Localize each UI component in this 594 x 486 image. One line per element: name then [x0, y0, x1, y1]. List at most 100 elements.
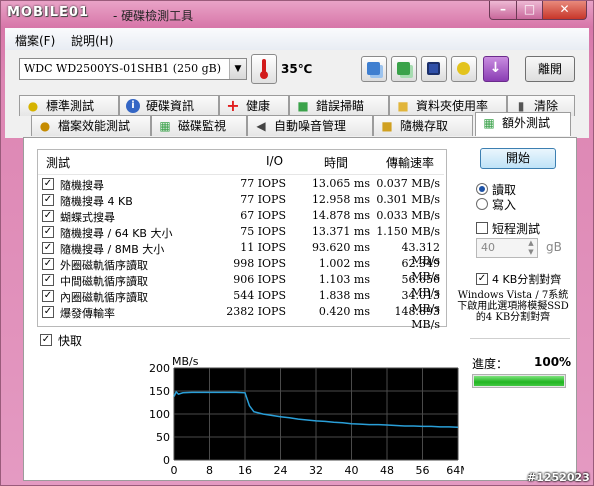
row-rate: 0.033 MB/s	[376, 209, 440, 222]
transfer-chart-svg: 200 150 100 50 00 8 16 24 32 40 48 56 64M MB/s	[149, 355, 470, 477]
copy-text-icon	[397, 62, 410, 75]
tab-disk-info[interactable]: i 硬碟資訊	[119, 95, 219, 116]
col-header-io: I/O	[266, 154, 284, 168]
col-header-test: 測試	[46, 156, 71, 170]
download-icon: ↓	[489, 60, 502, 76]
tab-disk-monitor[interactable]: ▦ 磁碟監視	[151, 115, 247, 136]
row-time: 93.620 ms	[311, 241, 370, 254]
x-tick-label: 56	[416, 464, 430, 477]
row-checkbox[interactable]: ✓	[42, 306, 54, 318]
y-tick-label: 100	[149, 408, 170, 421]
tab-label: 自動噪音管理	[274, 119, 347, 133]
x-tick-label: 64M	[446, 464, 464, 477]
tab-random-access[interactable]: ■ 隨機存取	[373, 115, 473, 136]
row-checkbox[interactable]: ✓	[42, 210, 54, 222]
row-checkbox[interactable]: ✓	[42, 178, 54, 190]
test-size-spinner[interactable]: 40 ▲ ▼	[476, 238, 538, 258]
row-checkbox[interactable]: ✓	[42, 258, 54, 270]
maximize-button[interactable]: □	[516, 1, 543, 20]
x-tick-label: 0	[171, 464, 178, 477]
tab-label: 標準測試	[46, 99, 95, 113]
tab-label: 硬碟資訊	[146, 99, 195, 113]
options-button[interactable]	[451, 56, 477, 82]
save-button[interactable]	[421, 56, 447, 82]
close-button[interactable]: ✕	[542, 1, 587, 20]
row-checkbox[interactable]: ✓	[42, 242, 54, 254]
x-tick-label: 16	[238, 464, 252, 477]
row-time: 0.420 ms	[318, 305, 370, 318]
menu-help[interactable]: 說明(H)	[71, 32, 113, 49]
row-name: 外圈磁軌循序讀取	[60, 259, 148, 272]
short-test-checkbox[interactable]	[476, 222, 488, 234]
tab-label: 錯誤掃瞄	[316, 99, 365, 113]
y-axis-label: MB/s	[172, 355, 199, 368]
row-checkbox[interactable]: ✓	[42, 226, 54, 238]
tab-file-benchmark[interactable]: ● 檔案效能測試	[31, 115, 151, 136]
row-time: 14.878 ms	[311, 209, 370, 222]
exit-button[interactable]: 離開	[525, 56, 575, 82]
tab-label: 額外測試	[502, 116, 551, 130]
col-header-time: 時間	[324, 156, 349, 170]
align-4k-checkbox[interactable]: ✓	[476, 273, 488, 285]
tab-error-scan[interactable]: ■ 錯誤掃瞄	[289, 95, 389, 116]
write-radio-dot[interactable]	[476, 198, 488, 210]
tab-health[interactable]: + 健康	[219, 95, 289, 116]
chevron-down-icon[interactable]: ▼	[229, 59, 246, 79]
tab-label: 隨機存取	[400, 119, 449, 133]
row-io: 2382 IOPS	[226, 305, 286, 318]
header-divider	[38, 174, 444, 175]
table-row[interactable]: ✓ 外圈磁軌循序讀取 998 IOPS 1.002 ms 62.349 MB/s	[42, 257, 442, 283]
progress-value: 100%	[534, 355, 572, 369]
menu-bar: 檔案(F) 說明(H)	[5, 28, 589, 50]
row-time: 1.103 ms	[318, 273, 370, 286]
tab-extra-tests[interactable]: ▦ 額外測試	[475, 112, 571, 136]
save-icon	[427, 62, 440, 75]
folder-icon: ■	[397, 99, 409, 113]
row-io: 67 IOPS	[240, 209, 286, 222]
tab-aam[interactable]: ◀ 自動噪音管理	[247, 115, 373, 136]
table-row[interactable]: ✓ 蝴蝶式搜尋 67 IOPS 14.878 ms 0.033 MB/s	[42, 209, 442, 225]
table-row[interactable]: ✓ 爆發傳輸率 2382 IOPS 0.420 ms 148.893 MB/s	[42, 305, 442, 331]
table-row[interactable]: ✓ 隨機搜尋 77 IOPS 13.065 ms 0.037 MB/s	[42, 177, 442, 193]
copy-button[interactable]	[361, 56, 387, 82]
info-icon: i	[126, 99, 140, 113]
row-checkbox[interactable]: ✓	[42, 290, 54, 302]
table-row[interactable]: ✓ 隨機搜尋 / 8MB 大小 11 IOPS 93.620 ms 43.312 MB/…	[42, 241, 442, 267]
table-row[interactable]: ✓ 中間磁軌循序讀取 906 IOPS 1.103 ms 56.656 MB/s	[42, 273, 442, 299]
row-name: 隨機搜尋 / 64 KB 大小	[60, 227, 173, 240]
divider	[470, 338, 570, 339]
thermometer-icon[interactable]	[251, 54, 277, 84]
row-rate: 148.893 MB/s	[394, 305, 441, 331]
tab-standard-test[interactable]: ● 標準測試	[19, 95, 119, 116]
watermark: #1252023	[527, 471, 590, 484]
x-tick-label: 24	[274, 464, 288, 477]
table-row[interactable]: ✓ 內圈磁軌循序讀取 544 IOPS 1.838 ms 34.013 MB/s	[42, 289, 442, 315]
read-radio-dot[interactable]	[476, 183, 488, 195]
tab-label: 清除	[534, 99, 559, 113]
table-row[interactable]: ✓ 隨機搜尋 4 KB 77 IOPS 12.958 ms 0.301 MB/s	[42, 193, 442, 209]
download-button[interactable]: ↓	[483, 56, 509, 82]
read-radio[interactable]: 讀取	[476, 182, 576, 197]
minimize-button[interactable]: –	[489, 1, 517, 20]
spinner-arrows-icon[interactable]: ▲ ▼	[525, 239, 537, 257]
start-button[interactable]: 開始	[480, 148, 556, 169]
row-checkbox[interactable]: ✓	[42, 274, 54, 286]
tab-label: 磁碟監視	[178, 119, 227, 133]
table-row[interactable]: ✓ 隨機搜尋 / 64 KB 大小 75 IOPS 13.371 ms 1.150 MB…	[42, 225, 442, 241]
write-radio-label: 寫入	[492, 198, 517, 212]
drive-select[interactable]: WDC WD2500YS-01SHB1 (250 gB) ▼	[19, 58, 247, 80]
row-rate: 0.301 MB/s	[376, 193, 440, 206]
row-rate: 0.037 MB/s	[376, 177, 440, 190]
app-window: MOBILE01 - 硬碟檢測工具 – □ ✕ 檔案(F) 說明(H) WDC …	[0, 0, 594, 486]
row-checkbox[interactable]: ✓	[42, 194, 54, 206]
random-access-icon: ■	[381, 119, 393, 133]
menu-file[interactable]: 檔案(F)	[15, 32, 55, 49]
write-radio[interactable]: 寫入	[476, 197, 576, 212]
row-io: 544 IOPS	[233, 289, 286, 302]
align-4k-label: 4 KB分割對齊	[492, 273, 562, 286]
quick-checkbox[interactable]: ✓	[40, 334, 52, 346]
row-name: 蝴蝶式搜尋	[60, 211, 115, 224]
scan-icon: ■	[297, 99, 309, 113]
temperature-readout: 35℃	[281, 62, 313, 76]
copy-text-button[interactable]	[391, 56, 417, 82]
